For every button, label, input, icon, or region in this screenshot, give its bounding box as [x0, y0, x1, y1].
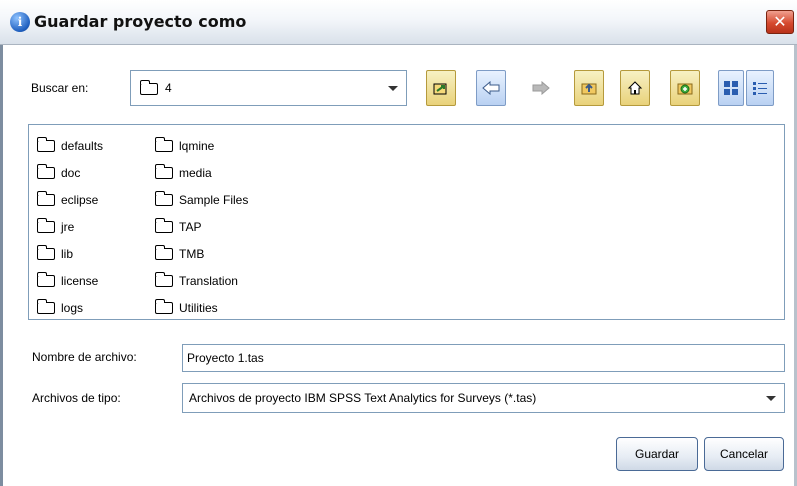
- save-button[interactable]: Guardar: [616, 437, 698, 471]
- window-left-border: [0, 45, 3, 486]
- folder-icon: [37, 164, 55, 179]
- back-arrow-icon: [482, 81, 500, 95]
- list-item[interactable]: logs: [37, 299, 83, 317]
- home-button[interactable]: [620, 70, 650, 106]
- new-folder-button[interactable]: [670, 70, 700, 106]
- file-list[interactable]: defaults doc eclipse jre lib license log…: [28, 124, 785, 320]
- lookin-label: Buscar en:: [31, 81, 89, 95]
- folder-icon: [155, 245, 173, 260]
- close-button[interactable]: ✕: [766, 10, 794, 34]
- forward-button[interactable]: [526, 70, 556, 106]
- list-item[interactable]: media: [155, 164, 212, 182]
- list-item[interactable]: TAP: [155, 218, 201, 236]
- title-bar: i Guardar proyecto como ✕: [0, 0, 797, 45]
- list-item[interactable]: license: [37, 272, 98, 290]
- browse-icon: [433, 83, 447, 95]
- folder-icon: [37, 191, 55, 206]
- forward-arrow-icon: [532, 81, 550, 95]
- chevron-down-icon: [388, 86, 398, 91]
- chevron-down-icon: [766, 396, 776, 401]
- folder-icon: [37, 137, 55, 152]
- list-item[interactable]: eclipse: [37, 191, 98, 209]
- new-folder-icon: [677, 83, 693, 95]
- info-circle-icon: i: [10, 12, 30, 32]
- list-item[interactable]: defaults: [37, 137, 103, 155]
- folder-icon: [155, 218, 173, 233]
- list-item[interactable]: jre: [37, 218, 74, 236]
- details-view-button[interactable]: [746, 70, 774, 106]
- list-item[interactable]: lqmine: [155, 137, 214, 155]
- filename-input[interactable]: [182, 344, 785, 372]
- folder-icon: [155, 272, 173, 287]
- folder-icon: [155, 137, 173, 152]
- list-item[interactable]: Translation: [155, 272, 238, 290]
- list-item[interactable]: Utilities: [155, 299, 218, 317]
- details-view-icon: [753, 82, 767, 95]
- folder-icon: [37, 299, 55, 314]
- filetype-label: Archivos de tipo:: [32, 391, 121, 405]
- up-folder-button[interactable]: [574, 70, 604, 106]
- filetype-dropdown[interactable]: Archivos de proyecto IBM SPSS Text Analy…: [182, 383, 785, 413]
- list-view-button[interactable]: [718, 70, 744, 106]
- folder-icon: [155, 164, 173, 179]
- list-item[interactable]: Sample Files: [155, 191, 248, 209]
- list-item[interactable]: TMB: [155, 245, 204, 263]
- folder-icon: [37, 272, 55, 287]
- window-title: Guardar proyecto como: [34, 12, 247, 31]
- list-item[interactable]: lib: [37, 245, 73, 263]
- folder-icon: [140, 80, 158, 95]
- cancel-button[interactable]: Cancelar: [704, 437, 784, 471]
- list-item[interactable]: doc: [37, 164, 80, 182]
- home-icon: [627, 81, 643, 95]
- up-folder-icon: [581, 83, 597, 95]
- filetype-value: Archivos de proyecto IBM SPSS Text Analy…: [189, 391, 537, 405]
- folder-icon: [155, 299, 173, 314]
- back-button[interactable]: [476, 70, 506, 106]
- list-view-icon: [724, 81, 738, 95]
- filename-label: Nombre de archivo:: [32, 350, 137, 364]
- folder-icon: [37, 245, 55, 260]
- browse-button[interactable]: [426, 70, 456, 106]
- lookin-value: 4: [165, 81, 172, 95]
- folder-icon: [155, 191, 173, 206]
- folder-icon: [37, 218, 55, 233]
- lookin-dropdown[interactable]: 4: [130, 70, 407, 106]
